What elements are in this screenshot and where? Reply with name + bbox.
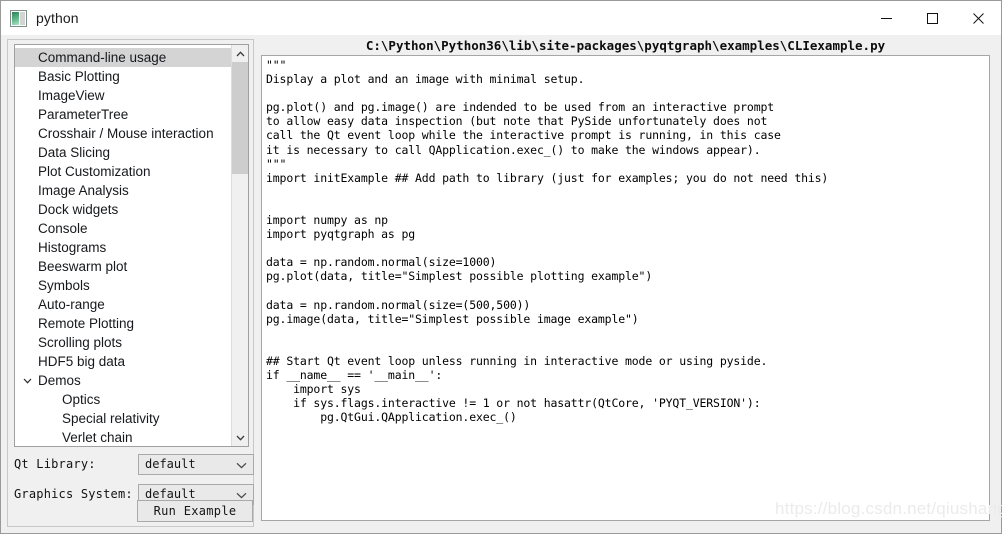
close-button[interactable] <box>955 1 1001 35</box>
close-icon <box>972 12 984 24</box>
left-panel: Command-line usage Basic Plotting ImageVie… <box>7 39 254 527</box>
tree-item[interactable]: Scrolling plots <box>15 333 232 352</box>
tree-item[interactable]: Image Analysis <box>15 181 232 200</box>
tree-item-label: Optics <box>62 392 101 407</box>
run-example-button[interactable]: Run Example <box>137 500 253 522</box>
chevron-down-icon <box>236 455 247 476</box>
qt-library-select[interactable]: default <box>138 453 254 476</box>
tree-item[interactable]: Optics <box>15 390 232 409</box>
tree-item[interactable]: Command-line usage <box>15 48 232 67</box>
window-title: python <box>36 10 79 26</box>
tree-item[interactable]: Auto-range <box>15 295 232 314</box>
tree-item-label: Scrolling plots <box>38 335 123 350</box>
file-path-header: C:\Python\Python36\lib\site-packages\pyq… <box>365 38 886 53</box>
tree-item-label: Auto-range <box>38 297 105 312</box>
tree-item[interactable]: Crosshair / Mouse interaction <box>15 124 232 143</box>
tree-item[interactable]: Beeswarm plot <box>15 257 232 276</box>
examples-tree-scrollbar[interactable] <box>231 45 248 446</box>
title-bar: python <box>1 1 1001 35</box>
tree-item-label: Data Slicing <box>38 145 111 160</box>
tree-item-label: Image Analysis <box>38 183 129 198</box>
tree-item-label: Remote Plotting <box>38 316 135 331</box>
chevron-down-icon[interactable] <box>21 371 34 390</box>
tree-item[interactable]: Verlet chain <box>15 428 232 446</box>
tree-item-label: Crosshair / Mouse interaction <box>38 126 214 141</box>
tree-item-label: Console <box>38 221 88 236</box>
python-app-icon <box>10 9 27 27</box>
tree-item-label: ParameterTree <box>38 107 129 122</box>
tree-item[interactable]: Dock widgets <box>15 200 232 219</box>
tree-item-label: Histograms <box>38 240 107 255</box>
tree-item[interactable]: Demos <box>15 371 232 390</box>
window-bottom-strip <box>1 527 1001 533</box>
qt-library-value: default <box>145 457 196 471</box>
chevron-up-icon <box>236 50 245 56</box>
scrollbar-thumb[interactable] <box>232 62 248 174</box>
chevron-down-icon <box>236 435 245 441</box>
tree-item-label: Command-line usage <box>38 50 167 65</box>
tree-item-label: Beeswarm plot <box>38 259 128 274</box>
tree-item-label: Plot Customization <box>38 164 151 179</box>
scroll-up-button[interactable] <box>232 45 248 62</box>
minimize-button[interactable] <box>863 1 909 35</box>
scroll-down-button[interactable] <box>232 429 248 446</box>
tree-item-label: Dock widgets <box>38 202 119 217</box>
examples-tree-items: Command-line usage Basic Plotting ImageVie… <box>15 45 232 446</box>
source-code-text: """ Display a plot and an image with min… <box>266 58 829 425</box>
graphics-system-value: default <box>145 487 196 501</box>
tree-item[interactable]: Data Slicing <box>15 143 232 162</box>
tree-item-label: Demos <box>38 373 81 388</box>
tree-item-label: ImageView <box>38 88 105 103</box>
maximize-button[interactable] <box>909 1 955 35</box>
source-code-viewer[interactable]: """ Display a plot and an image with min… <box>261 55 990 521</box>
examples-tree[interactable]: Command-line usage Basic Plotting ImageVie… <box>14 44 249 447</box>
tree-item[interactable]: Remote Plotting <box>15 314 232 333</box>
qt-library-label: Qt Library: <box>14 457 96 471</box>
tree-item-label: Symbols <box>38 278 90 293</box>
qt-library-row: Qt Library: default <box>14 453 254 475</box>
tree-item-label: HDF5 big data <box>38 354 126 369</box>
graphics-system-label: Graphics System: <box>14 487 133 501</box>
tree-item[interactable]: ImageView <box>15 86 232 105</box>
window-controls <box>863 1 1001 35</box>
tree-item-label: Special relativity <box>62 411 160 426</box>
tree-item-label: Basic Plotting <box>38 69 120 84</box>
tree-item-label: Verlet chain <box>62 430 133 445</box>
tree-item[interactable]: ParameterTree <box>15 105 232 124</box>
tree-item[interactable]: Symbols <box>15 276 232 295</box>
application-window: python Command-line usage Basic Plotting… <box>0 0 1002 534</box>
tree-item[interactable]: Plot Customization <box>15 162 232 181</box>
tree-item[interactable]: HDF5 big data <box>15 352 232 371</box>
tree-item[interactable]: Basic Plotting <box>15 67 232 86</box>
minimize-icon <box>880 17 892 19</box>
maximize-icon <box>926 12 938 24</box>
tree-item[interactable]: Special relativity <box>15 409 232 428</box>
tree-item[interactable]: Histograms <box>15 238 232 257</box>
tree-item[interactable]: Console <box>15 219 232 238</box>
